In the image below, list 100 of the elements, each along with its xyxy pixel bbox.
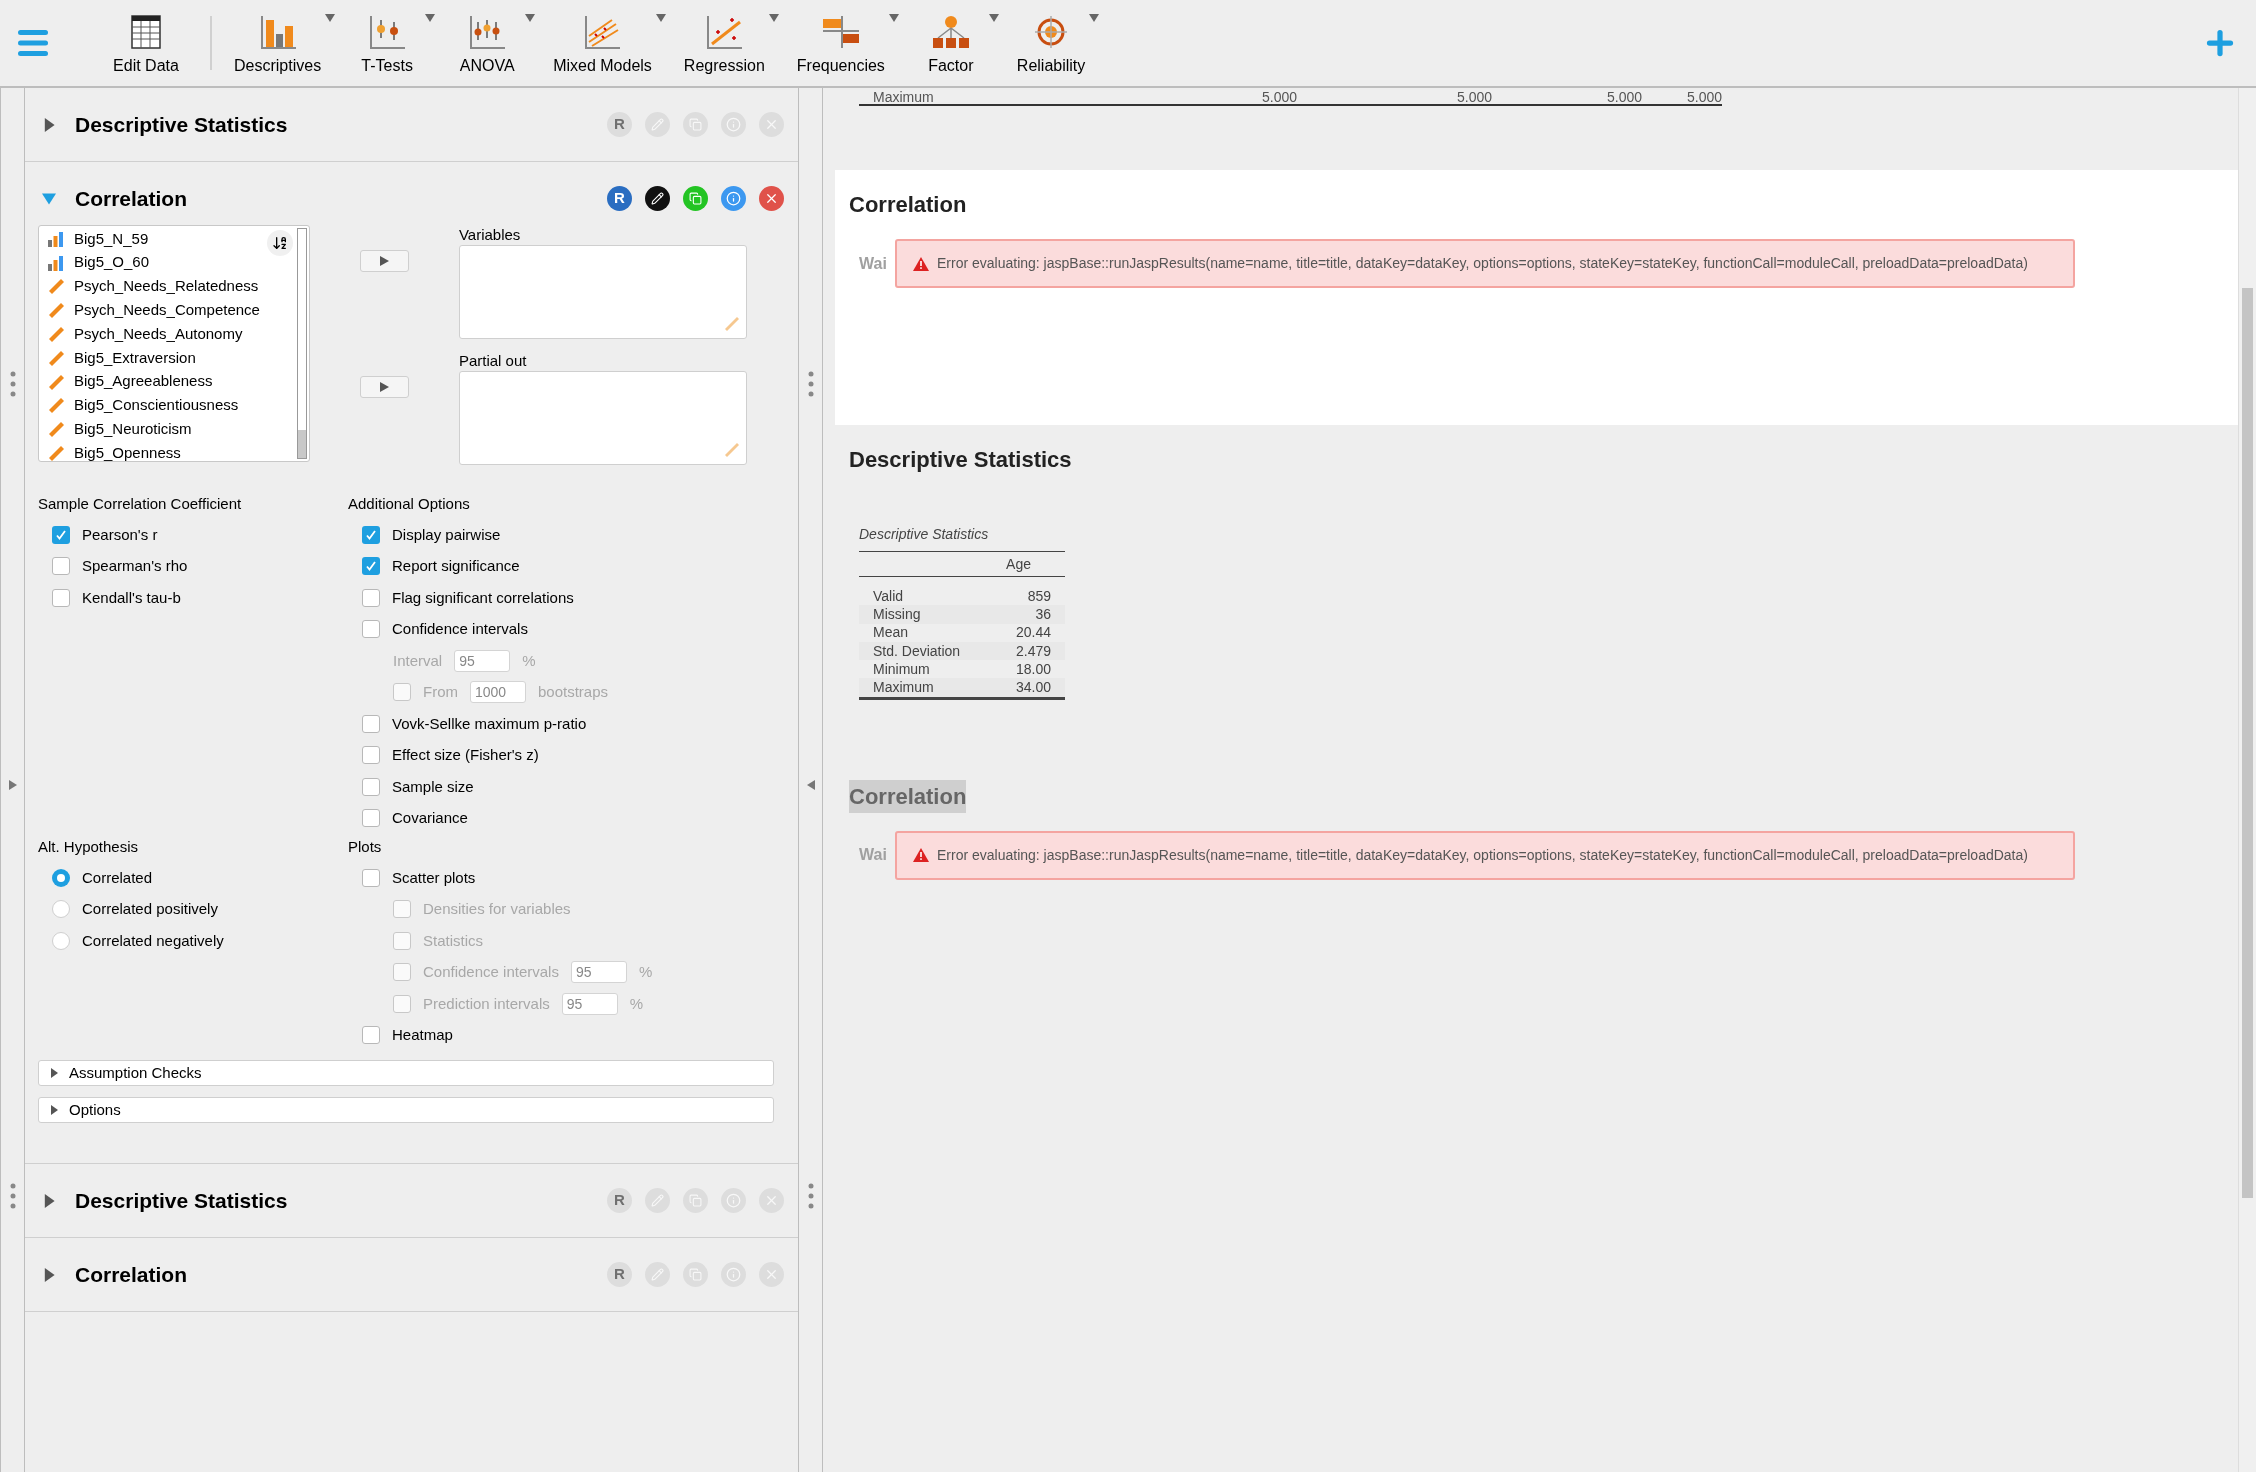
copy-icon [689, 118, 702, 131]
checkbox[interactable] [362, 588, 380, 607]
caret-right-icon[interactable] [49, 1105, 59, 1115]
copy-button[interactable] [683, 112, 708, 137]
radio-button[interactable] [52, 900, 70, 919]
sort-button[interactable] [266, 230, 293, 256]
close-icon [764, 1193, 779, 1208]
radio-button[interactable] [52, 868, 70, 887]
info-button[interactable] [721, 1188, 746, 1213]
r-code-button[interactable]: R [607, 1262, 632, 1287]
checkbox[interactable] [362, 868, 380, 887]
section-header[interactable]: Options [38, 1097, 774, 1123]
unit-label: % [629, 993, 644, 1014]
toolbar-button[interactable]: Descriptives [226, 8, 338, 78]
variable-item[interactable]: Psych_Needs_Competence [39, 298, 309, 323]
expand-right-icon[interactable] [8, 780, 17, 790]
info-button[interactable] [721, 112, 746, 137]
drop-box[interactable] [458, 245, 747, 339]
caret-right-icon[interactable] [42, 1193, 56, 1208]
checkbox[interactable] [362, 809, 380, 828]
dropdown-arrow-icon[interactable] [425, 14, 436, 22]
copy-button[interactable] [683, 1188, 708, 1213]
field-label: Variables [458, 225, 522, 245]
variable-item[interactable]: Big5_N_59 [39, 227, 309, 251]
variable-item[interactable]: Psych_Needs_Autonomy [39, 322, 309, 346]
toolbar-button[interactable]: Factor [908, 8, 1001, 78]
result-title[interactable]: Correlation [849, 779, 967, 813]
option-label: Confidence intervals [423, 962, 559, 982]
info-icon [726, 1193, 741, 1208]
info-button[interactable] [721, 186, 746, 211]
drop-box[interactable] [458, 371, 747, 465]
info-button[interactable] [721, 1262, 746, 1287]
checkbox[interactable] [362, 525, 380, 544]
variable-name: Big5_Neuroticism [74, 419, 192, 439]
variable-item[interactable]: Psych_Needs_Relatedness [39, 274, 309, 299]
toolbar-button[interactable]: Frequencies [788, 8, 901, 78]
dropdown-arrow-icon[interactable] [1089, 14, 1100, 22]
toolbar-button[interactable]: Edit Data [104, 8, 196, 78]
variable-name: Big5_Openness [74, 442, 181, 461]
checkbox[interactable] [362, 777, 380, 796]
checkbox[interactable] [52, 525, 70, 544]
analysis-title[interactable]: Correlation [75, 182, 607, 215]
scrollbar[interactable] [296, 228, 307, 459]
menu-icon[interactable] [18, 30, 48, 56]
variable-item[interactable]: Big5_Extraversion [39, 346, 309, 370]
dropdown-arrow-icon[interactable] [768, 14, 779, 22]
variable-name: Psych_Needs_Relatedness [74, 276, 259, 297]
checkbox[interactable] [362, 620, 380, 639]
collapse-left-icon[interactable] [806, 780, 815, 790]
radio-button[interactable] [52, 931, 70, 950]
result-title[interactable]: Descriptive Statistics [849, 443, 1072, 476]
dropdown-arrow-icon[interactable] [325, 14, 336, 22]
checkmark-icon [365, 560, 377, 573]
move-button[interactable] [359, 376, 409, 398]
copy-button[interactable] [683, 1262, 708, 1287]
dropdown-arrow-icon[interactable] [988, 14, 999, 22]
checkbox[interactable] [362, 1026, 380, 1045]
move-button[interactable] [359, 250, 409, 272]
drag-handle-icon [9, 1183, 16, 1209]
r-code-button[interactable]: R [607, 1188, 632, 1213]
copy-button[interactable] [683, 186, 708, 211]
dropdown-arrow-icon[interactable] [655, 14, 666, 22]
variable-item[interactable]: Big5_Conscientiousness [39, 393, 309, 418]
checkbox[interactable] [362, 557, 380, 576]
caret-right-icon[interactable] [42, 117, 56, 132]
dropdown-arrow-icon[interactable] [525, 14, 536, 22]
variable-item[interactable]: Big5_Agreeableness [39, 369, 309, 394]
analysis-title[interactable]: Descriptive Statistics [75, 108, 607, 141]
checkbox[interactable] [52, 557, 70, 576]
analysis-title[interactable]: Descriptive Statistics [75, 1184, 607, 1217]
caret-down-icon[interactable] [42, 191, 56, 206]
r-code-button[interactable]: R [607, 112, 632, 137]
info-icon [726, 191, 741, 206]
edit-button[interactable] [645, 186, 670, 211]
checkbox[interactable] [362, 714, 380, 733]
checkbox[interactable] [52, 588, 70, 607]
ordinal-icon [47, 230, 65, 247]
row-label: Missing [873, 604, 921, 624]
variable-item[interactable]: Big5_Openness [39, 441, 309, 461]
waiting-text: Wai [859, 253, 888, 274]
caret-right-icon[interactable] [42, 1267, 56, 1282]
variable-item[interactable]: Big5_Neuroticism [39, 417, 309, 442]
toolbar-button[interactable]: Reliability [1008, 8, 1102, 78]
option-label: Covariance [392, 808, 468, 828]
toolbar-button[interactable]: T-Tests [345, 8, 438, 78]
variable-item[interactable]: Big5_O_60 [39, 250, 309, 275]
close-icon [764, 1267, 779, 1282]
checkbox[interactable] [362, 746, 380, 765]
toolbar-button[interactable]: Mixed Models [545, 8, 668, 78]
result-title[interactable]: Correlation [849, 188, 967, 221]
r-code-button[interactable]: R [607, 186, 632, 211]
dropdown-arrow-icon[interactable] [888, 14, 899, 22]
toolbar-button[interactable]: Regression [675, 8, 781, 78]
option-label: Effect size (Fisher's z) [392, 745, 539, 765]
caret-right-icon[interactable] [49, 1068, 59, 1078]
column-header: Age [1006, 554, 1031, 574]
close-button[interactable] [759, 186, 784, 211]
analysis-title[interactable]: Correlation [75, 1258, 607, 1291]
section-header[interactable]: Assumption Checks [38, 1060, 774, 1086]
toolbar-button[interactable]: ANOVA [445, 8, 538, 78]
